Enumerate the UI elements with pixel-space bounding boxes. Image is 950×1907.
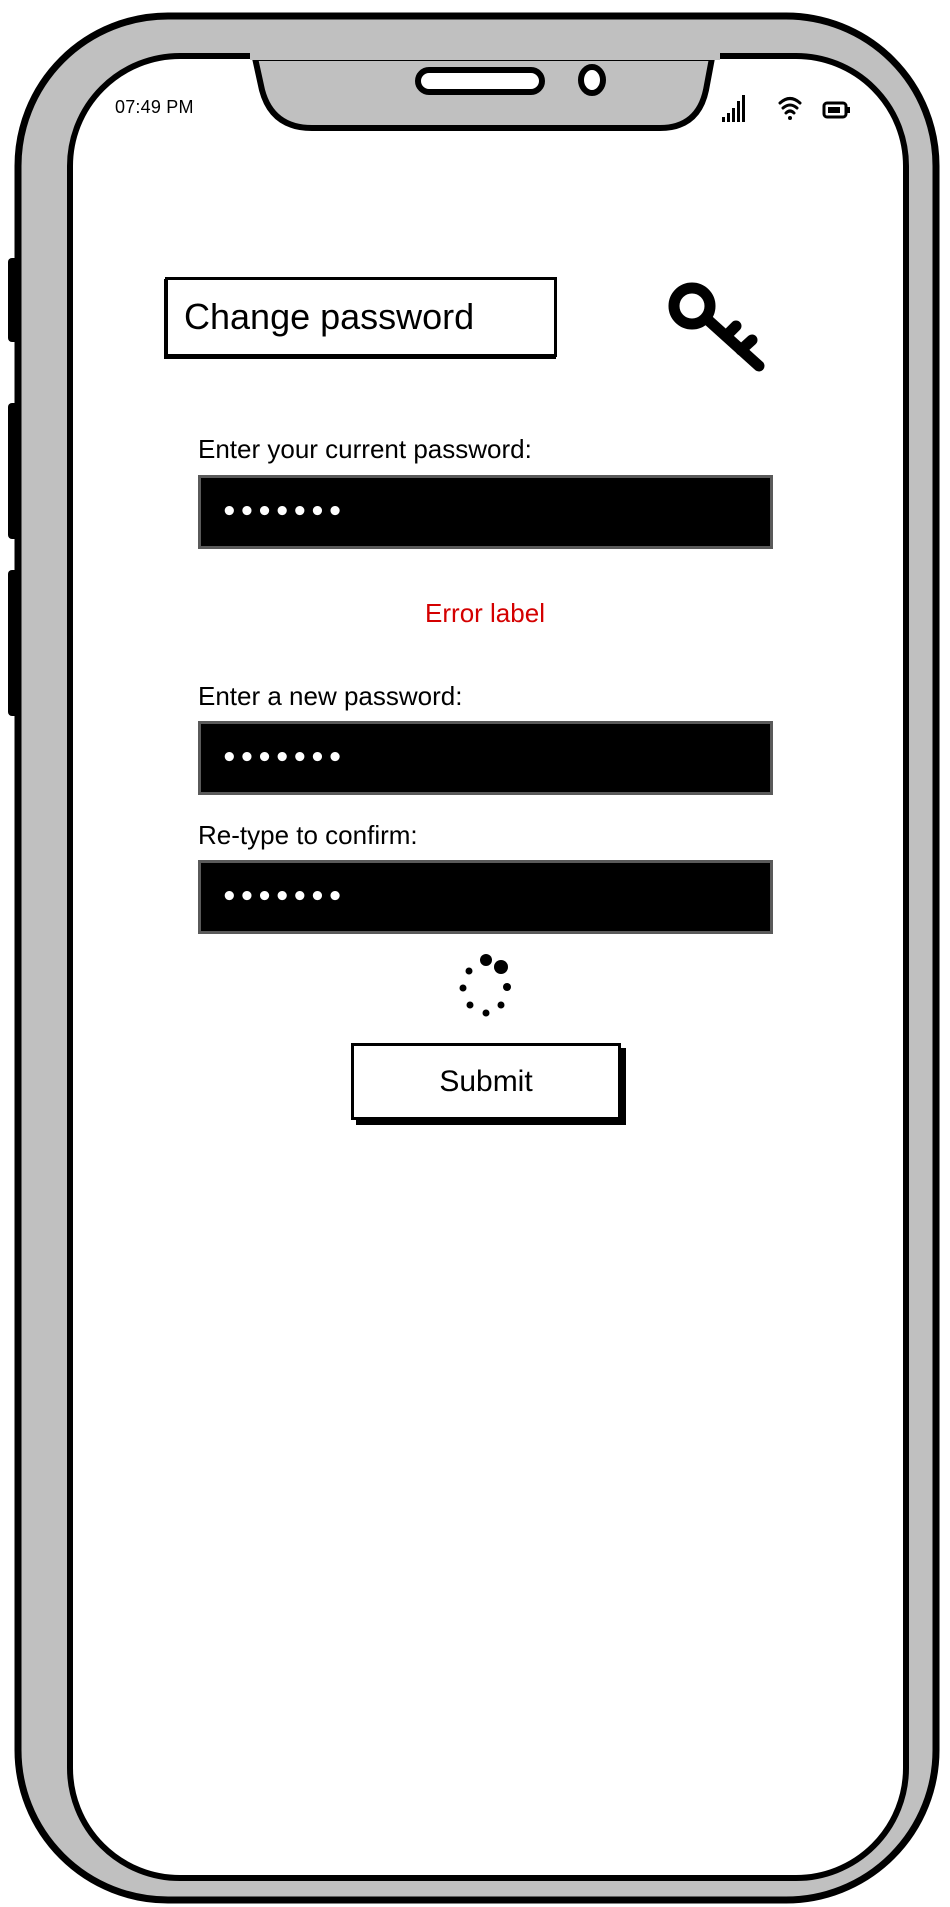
front-camera bbox=[578, 64, 606, 96]
status-time: 07:49 PM bbox=[115, 97, 194, 117]
submit-button-label: Submit bbox=[439, 1064, 533, 1098]
submit-button[interactable]: Submit bbox=[351, 1043, 621, 1120]
new-password-label: Enter a new password: bbox=[198, 681, 463, 711]
current-password-input[interactable]: ••••••• bbox=[198, 475, 773, 549]
confirm-password-input[interactable]: ••••••• bbox=[198, 860, 773, 934]
speaker-grille bbox=[415, 67, 545, 95]
error-label: Error label bbox=[425, 598, 545, 628]
signal-icon bbox=[722, 95, 745, 122]
status-icons bbox=[722, 95, 850, 122]
current-password-label: Enter your current password: bbox=[198, 434, 532, 464]
page-title: Change password bbox=[165, 277, 557, 357]
confirm-password-label: Re-type to confirm: bbox=[198, 820, 418, 850]
spinner-icon bbox=[459, 954, 511, 1017]
key-icon bbox=[668, 282, 765, 372]
battery-icon bbox=[822, 101, 850, 119]
wifi-icon bbox=[778, 97, 802, 120]
new-password-input[interactable]: ••••••• bbox=[198, 721, 773, 795]
